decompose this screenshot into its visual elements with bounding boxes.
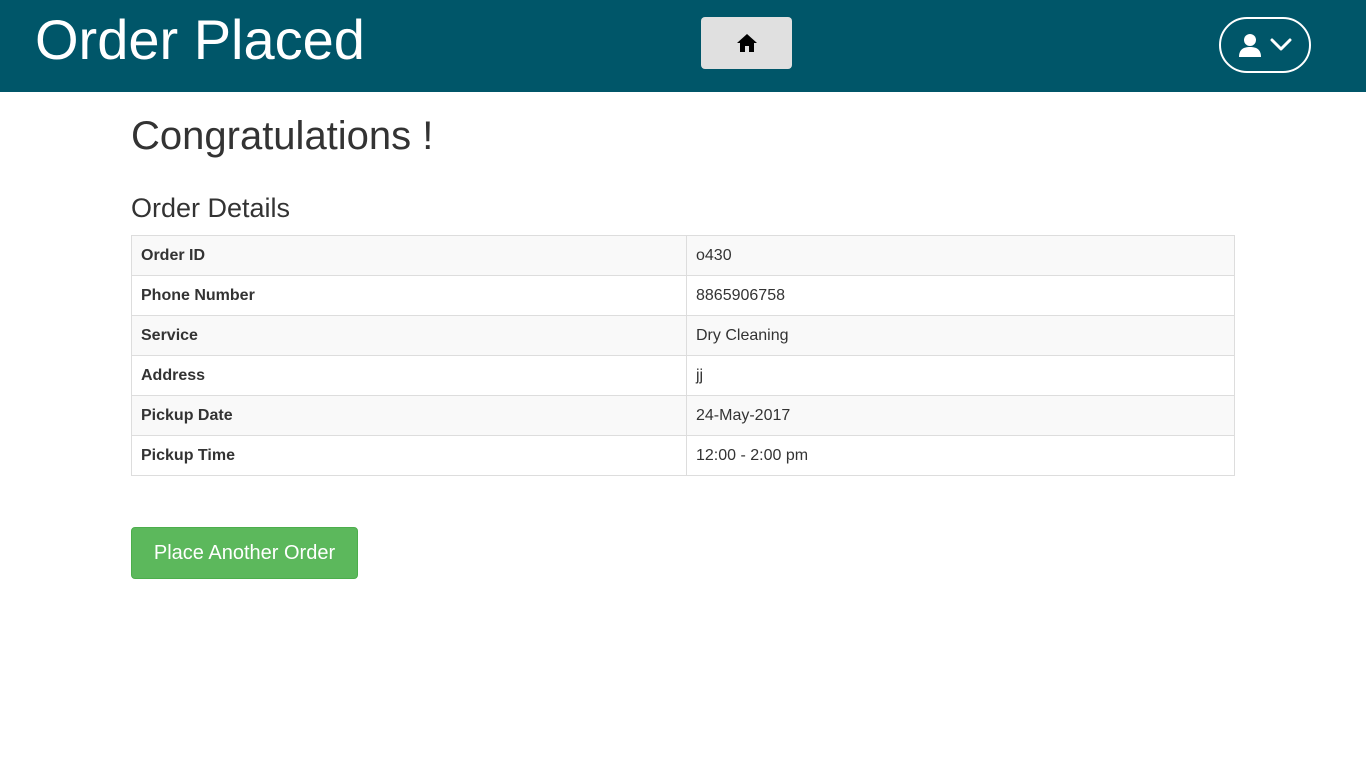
order-id-label: Order ID — [131, 235, 687, 276]
page-title: Order Placed — [35, 8, 365, 71]
home-button[interactable] — [701, 17, 792, 69]
chevron-down-icon — [1270, 38, 1292, 52]
pickup-time-value: 12:00 - 2:00 pm — [686, 435, 1235, 476]
congratulations-heading: Congratulations ! — [131, 114, 434, 158]
service-label: Service — [131, 315, 687, 356]
pickup-time-label: Pickup Time — [131, 435, 687, 476]
address-label: Address — [131, 355, 687, 396]
order-details-title: Order Details — [131, 193, 291, 223]
table-row: Order ID o430 — [131, 235, 1235, 276]
pickup-date-label: Pickup Date — [131, 395, 687, 436]
service-value: Dry Cleaning — [686, 315, 1235, 356]
user-menu-button[interactable] — [1219, 17, 1311, 73]
table-row: Phone Number 8865906758 — [131, 275, 1235, 316]
table-row: Pickup Time 12:00 - 2:00 pm — [131, 435, 1235, 476]
table-row: Pickup Date 24-May-2017 — [131, 395, 1235, 436]
table-row: Service Dry Cleaning — [131, 315, 1235, 356]
pickup-date-value: 24-May-2017 — [686, 395, 1235, 436]
phone-number-value: 8865906758 — [686, 275, 1235, 316]
phone-number-label: Phone Number — [131, 275, 687, 316]
header-bar: Order Placed — [0, 0, 1366, 92]
table-row: Address jj — [131, 355, 1235, 396]
order-details-table: Order ID o430 Phone Number 8865906758 Se… — [131, 235, 1235, 476]
user-icon — [1238, 33, 1262, 57]
place-another-order-button[interactable]: Place Another Order — [131, 527, 358, 579]
order-id-value: o430 — [686, 235, 1235, 276]
address-value: jj — [686, 355, 1235, 396]
home-icon — [736, 33, 758, 53]
